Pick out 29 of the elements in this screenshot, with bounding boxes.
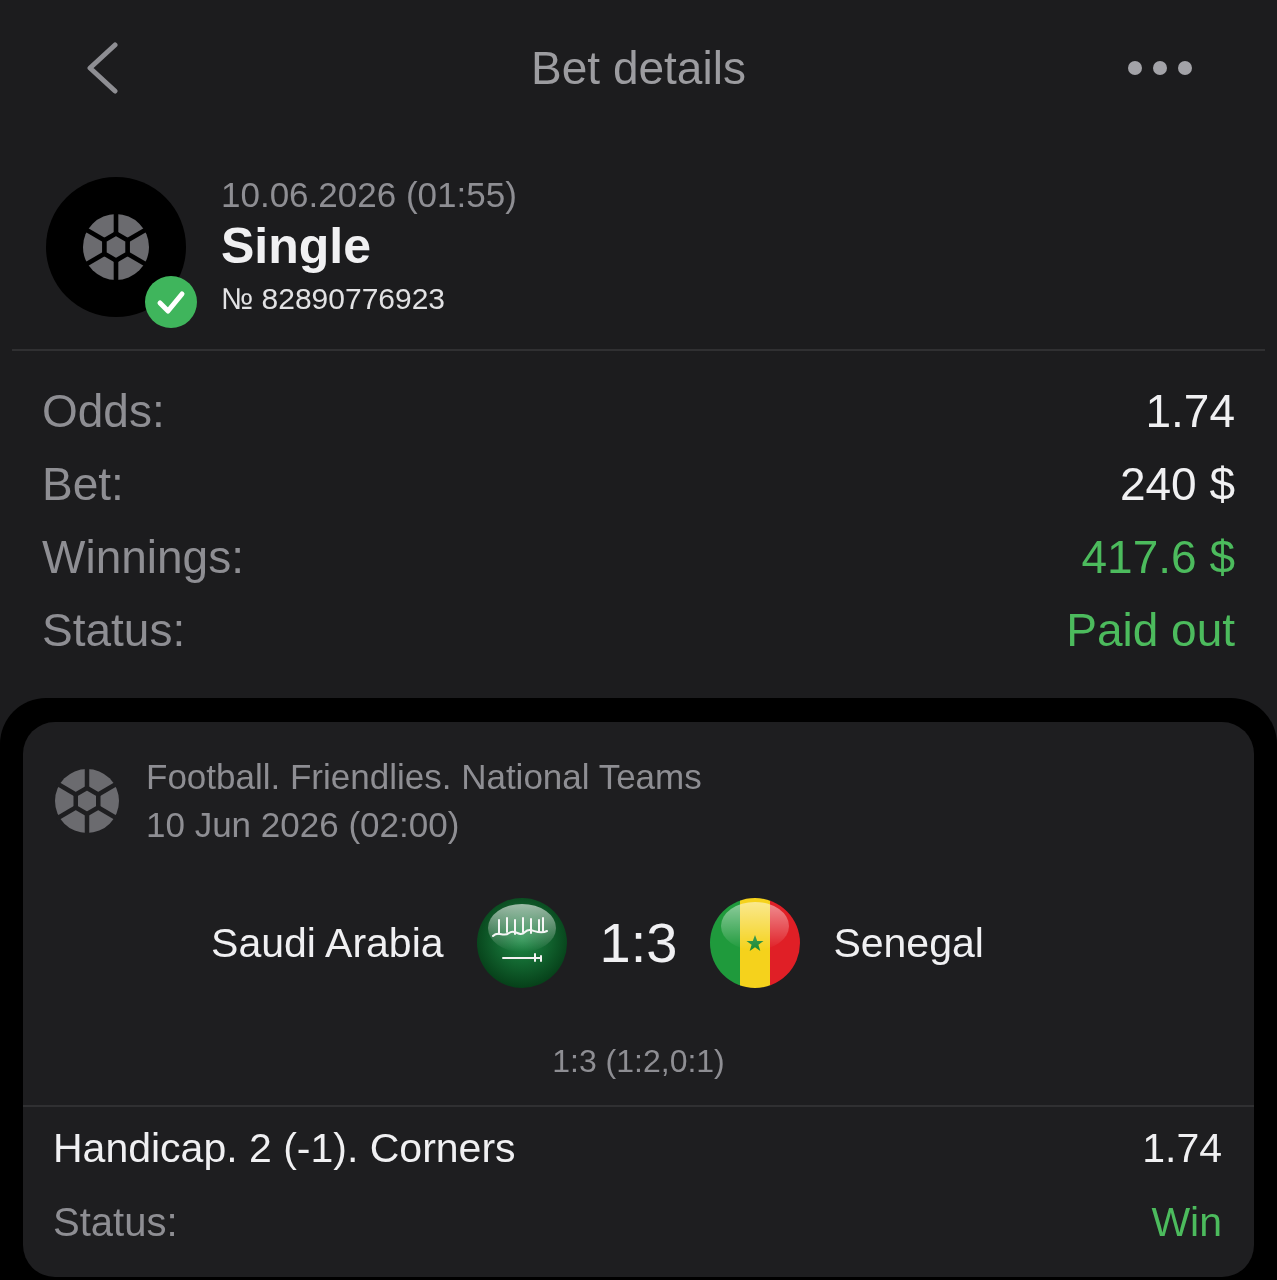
event-date: 10 Jun 2026 (02:00) (146, 804, 460, 846)
ball-icon (55, 769, 119, 833)
summary-value: 1.74 (1145, 383, 1235, 439)
bet-number: № 82890776923 (221, 281, 446, 317)
league-name: Football. Friendlies. National Teams (146, 756, 702, 798)
bet-date: 10.06.2026 (01:55) (221, 175, 517, 215)
match-score: 1:3 (599, 911, 678, 975)
summary-label: Winnings: (42, 529, 244, 585)
status-value: Win (1151, 1198, 1222, 1247)
period-scores: 1:3 (1:2,0:1) (552, 1042, 725, 1081)
back-icon (85, 42, 119, 94)
summary-label: Status: (42, 602, 186, 658)
summary-value: 417.6 $ (1081, 529, 1235, 585)
market-name: Handicap. 2 (-1). Corners (53, 1124, 516, 1173)
flag-icon (710, 898, 801, 988)
back-button[interactable] (85, 42, 119, 94)
more-icon (1128, 61, 1192, 75)
summary-value: 240 $ (1119, 456, 1235, 512)
team-name: Saudi Arabia (211, 919, 444, 968)
bet-type: Single (221, 217, 372, 276)
selection-odds: 1.74 (1142, 1124, 1222, 1173)
summary-value: Paid out (1066, 602, 1235, 658)
summary-label: Bet: (42, 456, 124, 512)
more-button[interactable] (1128, 61, 1192, 75)
status-label: Status: (53, 1199, 178, 1246)
summary-label: Odds: (42, 383, 165, 439)
flag-icon (476, 898, 567, 988)
team-name: Senegal (833, 919, 984, 968)
page-title: Bet details (531, 41, 746, 96)
